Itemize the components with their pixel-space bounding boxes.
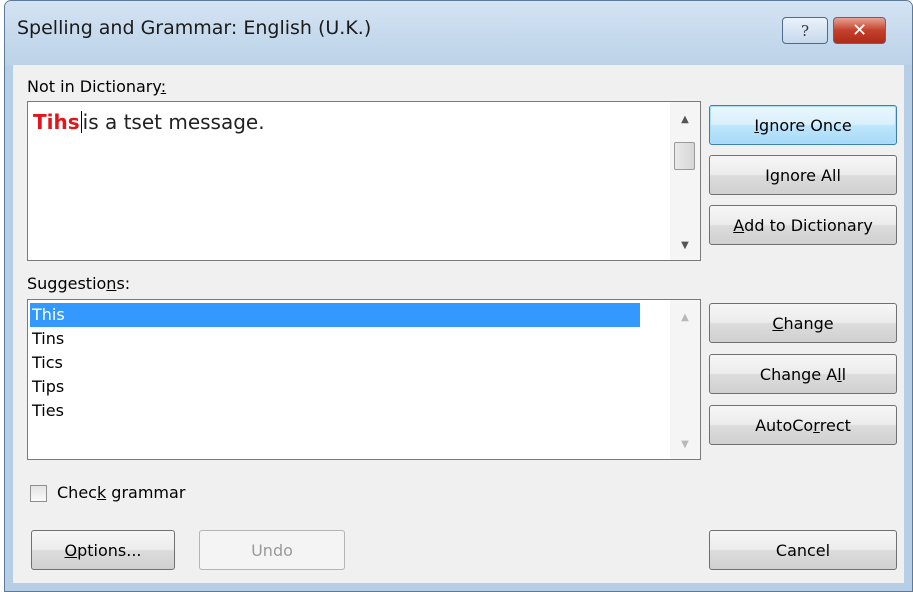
ignore-once-button[interactable]: Ignore Once <box>709 105 897 145</box>
scroll-down-arrow-icon[interactable]: ▼ <box>670 234 700 256</box>
dialog-title: Spelling and Grammar: English (U.K.) <box>17 17 372 39</box>
suggestions-label: Suggestions: <box>27 274 131 293</box>
help-button[interactable]: ? <box>782 17 828 44</box>
suggestion-item[interactable]: Tips <box>30 375 640 399</box>
sentence-rest: is a tset message. <box>82 110 265 134</box>
suggestion-item[interactable]: Ties <box>30 399 640 423</box>
cancel-button[interactable]: Cancel <box>709 530 897 570</box>
title-bar[interactable]: Spelling and Grammar: English (U.K.) ? ✕ <box>5 1 912 65</box>
close-icon: ✕ <box>851 20 868 41</box>
check-grammar-label[interactable]: Check grammar <box>57 483 185 502</box>
help-icon: ? <box>800 21 810 40</box>
not-in-dictionary-label: Not in Dictionary: <box>27 77 167 96</box>
dialog-body: Not in Dictionary: Tihs is a tset message… <box>13 65 904 583</box>
spelling-grammar-dialog: Spelling and Grammar: English (U.K.) ? ✕… <box>4 0 913 592</box>
change-button[interactable]: Change <box>709 303 897 343</box>
scroll-thumb[interactable] <box>674 142 695 170</box>
check-grammar-checkbox[interactable] <box>30 485 47 502</box>
suggestion-item[interactable]: Tins <box>30 327 640 351</box>
scroll-up-arrow-icon[interactable]: ▲ <box>670 108 700 130</box>
misspelled-word: Tihs <box>33 110 80 134</box>
autocorrect-button[interactable]: AutoCo r rect <box>709 405 897 445</box>
suggestions-list[interactable]: This Tins Tics Tips Ties ▲ ▼ <box>27 299 701 460</box>
scroll-down-arrow-icon[interactable]: ▼ <box>670 433 700 455</box>
undo-button[interactable]: Undo <box>199 530 345 570</box>
scroll-up-arrow-icon[interactable]: ▲ <box>670 306 700 328</box>
close-button[interactable]: ✕ <box>833 17 886 44</box>
change-all-button[interactable]: Change All <box>709 354 897 394</box>
suggestion-item[interactable]: Tics <box>30 351 640 375</box>
text-caret <box>80 111 82 133</box>
add-to-dictionary-button[interactable]: Add to Dictionary <box>709 205 897 245</box>
textbox-scrollbar[interactable]: ▲ ▼ <box>670 102 700 260</box>
sentence-text: Tihs is a tset message. <box>33 110 265 134</box>
suggestion-item[interactable]: This <box>30 303 640 327</box>
ignore-all-button[interactable]: Ig nore All <box>709 155 897 195</box>
options-button[interactable]: Options... <box>31 530 175 570</box>
suggestions-scrollbar[interactable]: ▲ ▼ <box>670 300 700 459</box>
not-in-dictionary-textbox[interactable]: Tihs is a tset message. ▲ ▼ <box>27 101 701 261</box>
